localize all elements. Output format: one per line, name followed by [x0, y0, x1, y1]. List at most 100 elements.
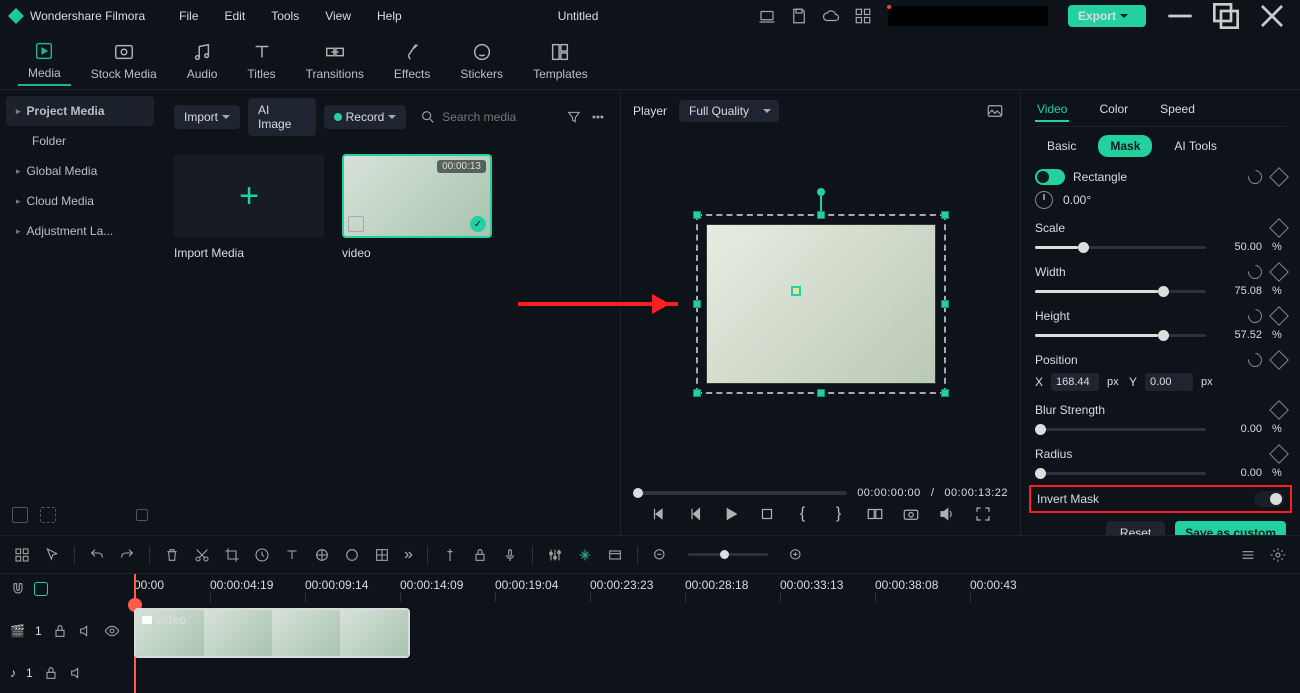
new-bin-icon[interactable] [12, 507, 28, 523]
ai-image-button[interactable]: AI Image [248, 98, 316, 136]
tab-stickers[interactable]: Stickers [450, 37, 513, 85]
tab-media[interactable]: Media [18, 36, 71, 86]
props-tab-color[interactable]: Color [1097, 98, 1130, 122]
play-icon[interactable] [722, 505, 740, 523]
reset-icon[interactable] [1245, 167, 1265, 187]
timeline-tracks[interactable]: 00:00 00:00:04:19 00:00:09:14 00:00:14:0… [130, 574, 1300, 693]
keyframe-icon[interactable] [1269, 400, 1289, 420]
snapshot-icon[interactable] [986, 102, 1004, 120]
mixer-icon[interactable] [547, 547, 563, 563]
visibility-icon[interactable] [104, 623, 120, 639]
account-box[interactable] [888, 6, 1048, 26]
tab-effects[interactable]: Effects [384, 37, 440, 85]
blur-value[interactable]: 0.00 [1216, 423, 1262, 435]
menu-help[interactable]: Help [367, 5, 412, 27]
shape-toggle[interactable] [1035, 169, 1065, 185]
video-thumb[interactable]: 00:00:13 ✓ [342, 154, 492, 238]
maximize-button[interactable] [1206, 2, 1246, 30]
sub-mask[interactable]: Mask [1098, 135, 1152, 157]
sidebar-item-adjustment-layer[interactable]: ▸Adjustment La... [6, 216, 154, 246]
tab-stock-media[interactable]: Stock Media [81, 37, 167, 85]
mark-in-icon[interactable]: { [794, 505, 812, 523]
timeline-ruler[interactable]: 00:00 00:00:04:19 00:00:09:14 00:00:14:0… [130, 574, 1300, 604]
handle-br[interactable] [941, 389, 949, 397]
blur-slider[interactable] [1035, 428, 1206, 431]
menu-tools[interactable]: Tools [261, 5, 309, 27]
mask-rect[interactable] [791, 286, 801, 296]
radius-value[interactable]: 0.00 [1216, 467, 1262, 479]
fullscreen-icon[interactable] [974, 505, 992, 523]
mark-out-icon[interactable]: } [830, 505, 848, 523]
position-y-input[interactable] [1145, 373, 1193, 391]
voice-icon[interactable] [502, 547, 518, 563]
pointer-icon[interactable] [44, 547, 60, 563]
volume-icon[interactable] [938, 505, 956, 523]
delete-icon[interactable] [164, 547, 180, 563]
timeline-clip[interactable]: video [134, 608, 410, 658]
link-icon[interactable] [34, 582, 48, 596]
color-icon[interactable] [344, 547, 360, 563]
scale-value[interactable]: 50.00 [1216, 241, 1262, 253]
search-input[interactable] [442, 110, 552, 124]
apps-icon[interactable] [854, 7, 872, 25]
menu-file[interactable]: File [169, 5, 208, 27]
track-lock-icon[interactable] [472, 547, 488, 563]
grid-icon[interactable] [14, 547, 30, 563]
reset-icon[interactable] [1245, 306, 1265, 326]
tab-audio[interactable]: Audio [177, 37, 228, 85]
keyframe-icon[interactable] [1269, 306, 1289, 326]
adjust-icon[interactable] [374, 547, 390, 563]
overflow-icon[interactable]: » [404, 546, 413, 564]
stop-icon[interactable] [758, 505, 776, 523]
handle-tr[interactable] [941, 211, 949, 219]
filter-icon[interactable] [566, 109, 582, 125]
new-folder-icon[interactable] [40, 507, 56, 523]
zoom-slider[interactable] [688, 553, 768, 556]
menu-edit[interactable]: Edit [215, 5, 256, 27]
minimize-button[interactable] [1160, 2, 1200, 30]
zoom-out-icon[interactable] [652, 547, 668, 563]
redo-icon[interactable] [119, 547, 135, 563]
keyframe-tool-icon[interactable] [314, 547, 330, 563]
sidebar-item-project-media[interactable]: ▸Project Media [6, 96, 154, 126]
width-value[interactable]: 75.08 [1216, 285, 1262, 297]
reset-icon[interactable] [1245, 350, 1265, 370]
keyframe-icon[interactable] [1269, 218, 1289, 238]
keyframe-icon[interactable] [1269, 444, 1289, 464]
keyframe-icon[interactable] [1269, 350, 1289, 370]
scale-slider[interactable] [1035, 246, 1206, 249]
handle-t[interactable] [817, 211, 825, 219]
import-button[interactable]: Import [174, 105, 240, 129]
prev-frame-icon[interactable] [650, 505, 668, 523]
media-card-import[interactable]: + Import Media [174, 154, 324, 260]
tab-templates[interactable]: Templates [523, 37, 598, 85]
handle-b[interactable] [817, 389, 825, 397]
props-tab-video[interactable]: Video [1035, 98, 1069, 122]
render-icon[interactable] [607, 547, 623, 563]
preview-scrubber[interactable] [633, 491, 847, 495]
speed-icon[interactable] [254, 547, 270, 563]
handle-l[interactable] [693, 300, 701, 308]
zoom-in-icon[interactable] [788, 547, 804, 563]
quality-select[interactable]: Full Quality [679, 100, 779, 122]
cut-icon[interactable] [194, 547, 210, 563]
invert-mask-toggle[interactable] [1254, 491, 1284, 507]
sub-basic[interactable]: Basic [1035, 135, 1088, 157]
undo-icon[interactable] [89, 547, 105, 563]
crop-icon[interactable] [224, 547, 240, 563]
radius-slider[interactable] [1035, 472, 1206, 475]
device-icon[interactable] [758, 7, 776, 25]
camera-icon[interactable] [902, 505, 920, 523]
lock-icon[interactable] [43, 665, 59, 681]
height-slider[interactable] [1035, 334, 1206, 337]
export-button[interactable]: Export [1068, 5, 1146, 27]
mute-icon[interactable] [78, 623, 94, 639]
menu-view[interactable]: View [315, 5, 361, 27]
close-button[interactable] [1252, 2, 1292, 30]
handle-r[interactable] [941, 300, 949, 308]
rotate-handle[interactable] [817, 188, 825, 196]
height-value[interactable]: 57.52 [1216, 329, 1262, 341]
keyframe-icon[interactable] [1269, 262, 1289, 282]
sidebar-item-global-media[interactable]: ▸Global Media [6, 156, 154, 186]
more-icon[interactable] [590, 109, 606, 125]
